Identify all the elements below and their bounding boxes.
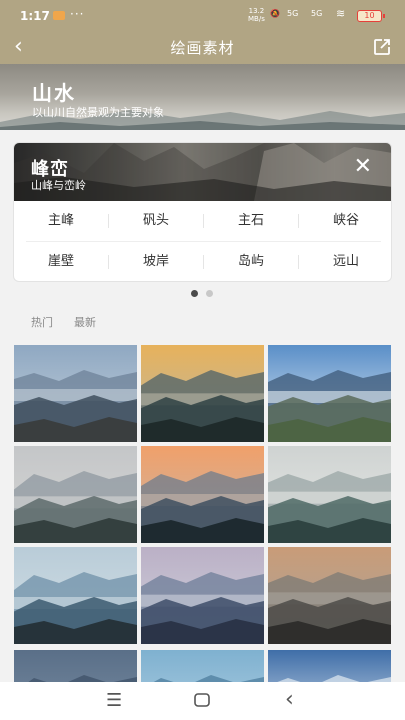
sort-tab-hot[interactable]: 热门 xyxy=(31,314,53,330)
divider xyxy=(298,255,299,269)
landscape-thumbnail[interactable] xyxy=(14,345,137,442)
title-bar: ‹ 绘画素材 xyxy=(0,32,405,64)
landscape-thumbnail[interactable] xyxy=(141,650,264,682)
wifi-icon: ≋ xyxy=(336,7,346,20)
tag-item[interactable]: 主石 xyxy=(204,201,298,241)
landscape-thumbnail[interactable] xyxy=(14,650,137,682)
tag-item[interactable]: 矾头 xyxy=(109,201,203,241)
tag-item[interactable]: 主峰 xyxy=(14,201,108,241)
status-bar: 1:17 ··· 13.2 MB/s 🔕 5G 5G ≋ 10 xyxy=(0,0,405,32)
landscape-thumbnail[interactable] xyxy=(268,345,391,442)
tag-item[interactable]: 岛屿 xyxy=(204,242,298,281)
battery-icon: 10 xyxy=(357,10,385,22)
landscape-thumbnail[interactable] xyxy=(268,650,391,682)
landscape-thumbnail[interactable] xyxy=(141,345,264,442)
signal-icon-1: 5G xyxy=(287,9,299,18)
share-icon[interactable] xyxy=(373,38,391,56)
mute-icon: 🔕 xyxy=(270,9,280,18)
panel-subtitle: 山峰与峦岭 xyxy=(31,179,86,192)
divider xyxy=(108,214,109,228)
banner-title: 山水 xyxy=(32,81,76,105)
divider xyxy=(108,255,109,269)
sort-tab-new[interactable]: 最新 xyxy=(74,314,96,330)
system-nav-bar: ☰ ‹ xyxy=(0,682,405,720)
category-banner: 山水 以山川自然景观为主要对象 xyxy=(0,64,405,130)
divider xyxy=(203,255,204,269)
landscape-thumbnail[interactable] xyxy=(268,547,391,644)
tag-item[interactable]: 远山 xyxy=(299,242,391,281)
home-icon[interactable] xyxy=(194,691,210,712)
divider xyxy=(203,214,204,228)
carousel-dot[interactable] xyxy=(191,290,198,297)
landscape-thumbnail[interactable] xyxy=(268,446,391,543)
status-time: 1:17 xyxy=(20,9,50,23)
back-nav-icon[interactable]: ‹ xyxy=(285,687,294,712)
landscape-thumbnail[interactable] xyxy=(141,446,264,543)
close-icon[interactable]: ✕ xyxy=(354,156,372,178)
notification-app-icon xyxy=(53,11,65,20)
page-title: 绘画素材 xyxy=(170,39,235,57)
tag-item[interactable]: 坡岸 xyxy=(109,242,203,281)
carousel-dot[interactable] xyxy=(206,290,213,297)
divider xyxy=(26,241,381,242)
landscape-thumbnail[interactable] xyxy=(14,446,137,543)
landscape-thumbnail[interactable] xyxy=(141,547,264,644)
banner-subtitle: 以山川自然景观为主要对象 xyxy=(32,106,164,119)
subcategory-panel: 峰峦 山峰与峦岭 ✕ 主峰 矾头 主石 峡谷 崖壁 坡岸 岛屿 远山 xyxy=(13,142,392,282)
tag-grid: 主峰 矾头 主石 峡谷 崖壁 坡岸 岛屿 远山 xyxy=(14,201,391,281)
landscape-thumbnail[interactable] xyxy=(14,547,137,644)
divider xyxy=(298,214,299,228)
signal-icon-2: 5G xyxy=(311,9,323,18)
tag-item[interactable]: 峡谷 xyxy=(299,201,391,241)
panel-header: 峰峦 山峰与峦岭 ✕ xyxy=(14,143,391,201)
more-notifications-icon: ··· xyxy=(70,7,85,21)
network-speed: 13.2 MB/s xyxy=(248,7,265,23)
tag-item[interactable]: 崖壁 xyxy=(14,242,108,281)
menu-icon[interactable]: ☰ xyxy=(106,690,122,711)
